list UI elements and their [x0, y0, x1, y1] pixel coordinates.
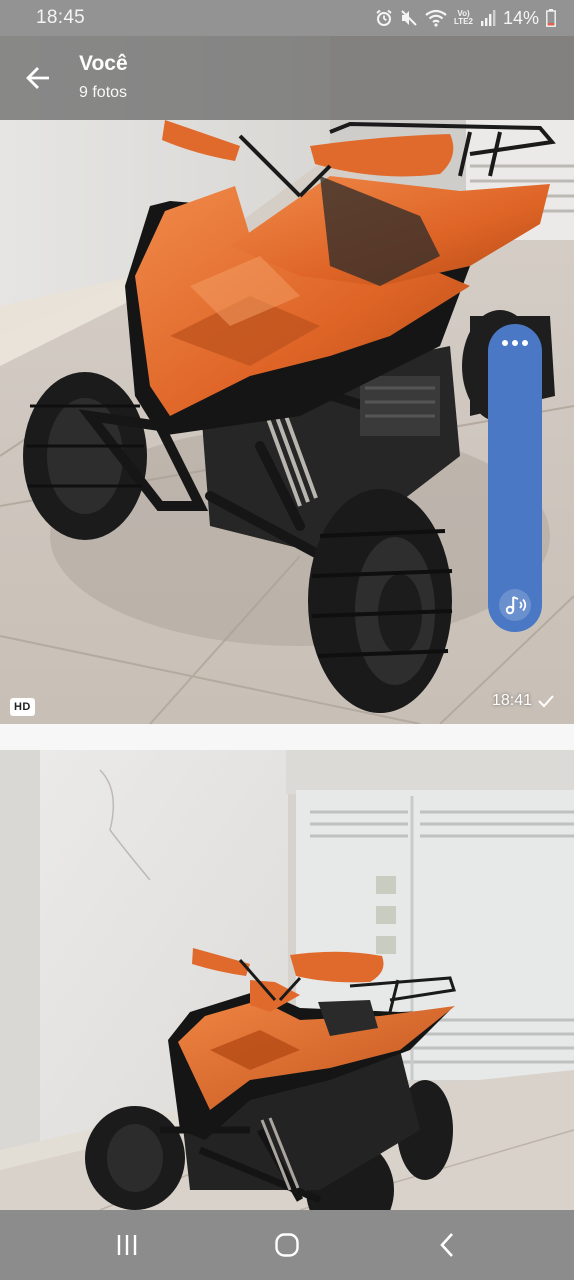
message-timestamp: 18:41 — [492, 692, 554, 710]
mute-icon — [401, 10, 417, 26]
battery-icon — [546, 9, 556, 27]
home-button[interactable] — [267, 1230, 307, 1260]
hd-badge: HD — [10, 698, 35, 716]
signal-icon — [480, 10, 496, 26]
photo-message-2[interactable] — [0, 750, 574, 1210]
network-type: Vo) LTE2 — [454, 10, 473, 26]
check-icon — [538, 695, 554, 708]
screen: 18:45 Vo) LTE2 14% HD 18:41 Você 9 fotos — [0, 0, 574, 1280]
wifi-icon — [425, 9, 447, 27]
recents-icon — [117, 1235, 137, 1255]
arrow-left-icon — [26, 67, 49, 89]
dots-icon[interactable] — [488, 340, 542, 346]
floating-side-panel[interactable] — [488, 324, 542, 632]
lte-label: LTE2 — [454, 17, 473, 26]
home-icon — [275, 1233, 299, 1257]
message-time: 18:41 — [491, 692, 532, 709]
system-nav-bar — [0, 1210, 574, 1280]
nav-back-button[interactable] — [428, 1230, 468, 1260]
status-icons: Vo) LTE2 14% — [375, 8, 556, 29]
alarm-icon — [376, 9, 392, 26]
status-time: 18:45 — [36, 7, 86, 28]
back-icon — [440, 1233, 453, 1257]
chat-title: Você — [79, 52, 128, 75]
audio-note-icon[interactable] — [498, 588, 532, 622]
back-button[interactable] — [18, 58, 58, 98]
status-bar: 18:45 Vo) LTE2 14% — [0, 0, 574, 36]
message-separator — [0, 724, 574, 750]
atv-photo-2 — [0, 750, 574, 1210]
recents-button[interactable] — [107, 1230, 147, 1260]
chat-header: Você 9 fotos — [0, 36, 574, 120]
battery-percent: 14% — [502, 7, 539, 28]
photo-count: 9 fotos — [79, 84, 128, 101]
